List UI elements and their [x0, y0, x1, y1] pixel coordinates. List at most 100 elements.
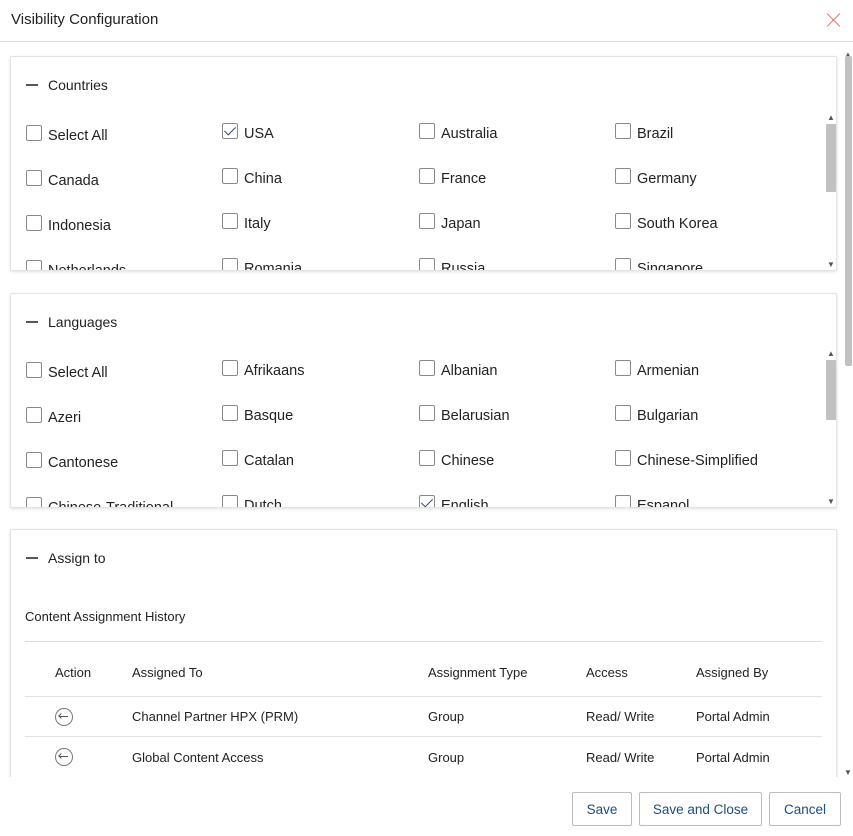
language-checkbox[interactable] [615, 495, 631, 507]
language-checkbox[interactable] [419, 405, 435, 421]
assign-panel: Assign to Content Assignment History Act… [10, 529, 837, 777]
language-checkbox[interactable] [26, 497, 42, 507]
language-option-label: Chinese-Simplified [637, 453, 758, 469]
language-option-label: Cantonese [48, 455, 119, 471]
country-option-label: Indonesia [48, 218, 111, 234]
language-checkbox[interactable] [419, 495, 435, 507]
assigned-by-cell: Portal Admin [696, 709, 770, 724]
scroll-down-icon[interactable]: ▼ [844, 768, 852, 777]
country-checkbox[interactable] [222, 258, 238, 270]
country-option-label: China [244, 171, 282, 187]
collapse-languages-icon[interactable] [26, 321, 38, 323]
country-option-label: Singapore [637, 261, 704, 271]
languages-scrollbar[interactable]: ▲ ▼ [825, 349, 836, 507]
country-checkbox[interactable] [26, 215, 42, 231]
language-option-label: English [441, 498, 489, 508]
countries-scroll-thumb[interactable] [826, 124, 836, 192]
scroll-down-icon[interactable]: ▼ [827, 497, 835, 506]
language-checkbox[interactable] [615, 405, 631, 421]
language-option-label: Azeri [48, 410, 82, 426]
country-checkbox[interactable] [222, 213, 238, 229]
assigned-to-cell: Global Content Access [132, 750, 264, 765]
country-option-label: Japan [441, 216, 481, 232]
scroll-up-icon[interactable]: ▲ [827, 113, 835, 122]
column-header-action: Action [55, 665, 92, 680]
country-checkbox[interactable] [615, 168, 631, 184]
country-option-label: South Korea [637, 216, 718, 232]
type-cell: Group [428, 709, 465, 724]
collapse-assign-icon[interactable] [26, 557, 38, 559]
language-checkbox[interactable] [615, 450, 631, 466]
language-option-label: Catalan [244, 453, 294, 469]
country-checkbox[interactable] [26, 260, 42, 270]
language-option-label: Belarusian [441, 408, 510, 424]
country-option-label: Germany [637, 171, 697, 187]
country-checkbox[interactable] [615, 213, 631, 229]
language-option-label: Dutch [244, 498, 282, 508]
country-option-label: Canada [48, 173, 99, 189]
country-option-label: Select All [48, 128, 108, 144]
country-option-label: Romania [244, 261, 303, 271]
close-icon[interactable] [826, 12, 842, 28]
country-checkbox[interactable] [26, 125, 42, 141]
country-checkbox[interactable] [222, 168, 238, 184]
language-checkbox[interactable] [222, 495, 238, 507]
countries-options: Select All USA Australia Brazil Canada China F… [11, 123, 836, 271]
language-option-label: Armenian [637, 363, 700, 379]
country-checkbox[interactable] [419, 213, 435, 229]
language-option-label: Albanian [441, 363, 498, 379]
column-header-assigned-by: Assigned By [696, 665, 769, 680]
language-checkbox[interactable] [26, 407, 42, 423]
scroll-down-icon[interactable]: ▼ [827, 260, 835, 269]
assign-title: Assign to [48, 550, 106, 566]
country-checkbox[interactable] [222, 123, 238, 139]
dialog-scroll-thumb[interactable] [845, 56, 852, 366]
dialog-body: Countries Select All USA Australia Brazil Ca… [0, 42, 853, 777]
language-option-label: Basque [244, 408, 294, 424]
language-checkbox[interactable] [419, 360, 435, 376]
history-title: Content Assignment History [25, 609, 186, 624]
cancel-button[interactable]: Cancel [769, 792, 841, 826]
language-checkbox[interactable] [222, 450, 238, 466]
language-checkbox[interactable] [26, 452, 42, 468]
language-checkbox[interactable] [615, 360, 631, 376]
language-option-label: Espanol [637, 498, 690, 508]
language-option-label: Bulgarian [637, 408, 699, 424]
collapse-countries-icon[interactable] [26, 84, 38, 86]
dialog-scrollbar[interactable]: ▲ ▼ [843, 50, 853, 777]
languages-options: Select All Afrikaans Albanian Armenian Azeri… [11, 360, 836, 508]
divider [25, 736, 822, 737]
country-option-label: Italy [244, 216, 271, 232]
save-and-close-button[interactable]: Save and Close [639, 792, 762, 826]
countries-scrollbar[interactable]: ▲ ▼ [825, 113, 836, 270]
column-header-assigned-to: Assigned To [132, 665, 203, 680]
divider [25, 641, 822, 642]
country-option-label: Brazil [637, 126, 674, 142]
access-cell: Read/ Write [586, 750, 655, 765]
column-header-access: Access [586, 665, 628, 680]
dialog-header: Visibility Configuration [0, 0, 853, 42]
language-checkbox[interactable] [222, 360, 238, 376]
access-cell: Read/ Write [586, 709, 655, 724]
country-checkbox[interactable] [615, 123, 631, 139]
dialog-footer: Save Save and Close Cancel [0, 777, 853, 836]
language-checkbox[interactable] [222, 405, 238, 421]
country-checkbox[interactable] [419, 258, 435, 270]
column-header-type: Assignment Type [428, 665, 528, 680]
language-option-label: Select All [48, 365, 108, 381]
scroll-up-icon[interactable]: ▲ [827, 349, 835, 358]
country-option-label: Australia [441, 126, 498, 142]
dialog-title: Visibility Configuration [11, 11, 159, 28]
assigned-by-cell: Portal Admin [696, 750, 770, 765]
country-checkbox[interactable] [419, 168, 435, 184]
undo-assignment-icon[interactable] [55, 708, 73, 726]
language-option-label: Afrikaans [244, 363, 305, 379]
undo-assignment-icon[interactable] [55, 748, 73, 766]
country-checkbox[interactable] [26, 170, 42, 186]
country-checkbox[interactable] [419, 123, 435, 139]
language-checkbox[interactable] [419, 450, 435, 466]
languages-scroll-thumb[interactable] [826, 360, 836, 420]
save-button[interactable]: Save [572, 792, 632, 826]
language-checkbox[interactable] [26, 362, 42, 378]
country-checkbox[interactable] [615, 258, 631, 270]
